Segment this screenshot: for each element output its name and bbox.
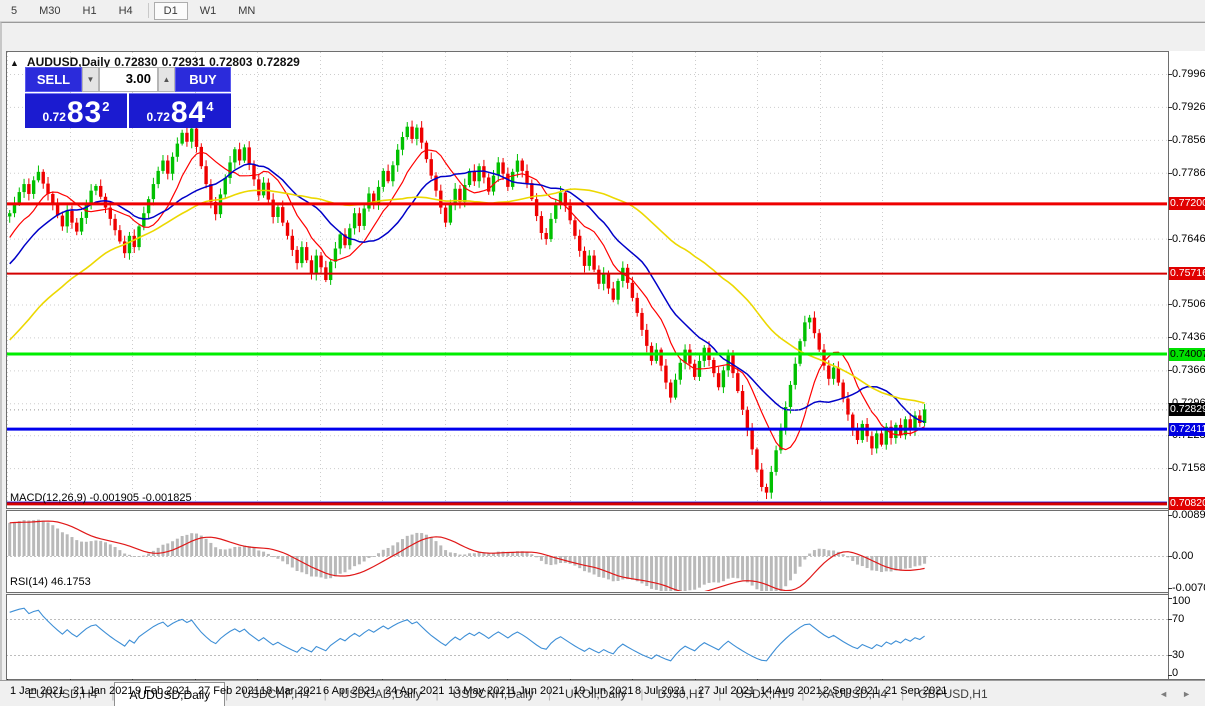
macd-axis-label: -0.00701 [1172,582,1205,594]
rsi-axis-label: 70 [1172,613,1184,625]
timeframe-button-H1[interactable]: H1 [73,2,107,20]
sell-price-big: 83 [67,98,102,128]
rsi-axis-label: 100 [1172,595,1190,607]
price-tag: 0.75716 [1169,267,1205,280]
tab-scroll-left-icon[interactable]: ◄ [1159,689,1168,699]
rsi-indicator-label: RSI(14) 46.1753 [10,576,91,588]
price-tag: 0.72829 [1169,403,1205,416]
date-label: 1 Jan 2021 [10,685,64,697]
chart-window: ▲AUDUSD,Daily0.728300.729310.728030.7282… [0,22,1205,681]
price-axis-label: 0.77860 [1172,167,1205,179]
price-axis-label: 0.75060 [1172,298,1205,310]
buy-price-frac: 0.72 [147,110,170,124]
timeframe-button-H4[interactable]: H4 [109,2,143,20]
macd-axis-label: 0.00 [1172,550,1193,562]
price-tag: 0.77200 [1169,197,1205,210]
price-tag: 0.72411 [1169,423,1205,436]
date-label: 1 Jun 2021 [510,685,564,697]
date-label: 6 Apr 2021 [323,685,376,697]
tab-scroll-right-icon[interactable]: ► [1182,689,1191,699]
timeframe-button-W1[interactable]: W1 [190,2,227,20]
timeframe-toolbar: 5M30H1H4 D1W1MN [0,0,1205,22]
volume-input[interactable]: 3.00 [99,67,158,92]
date-label: 24 Apr 2021 [385,685,444,697]
price-axis-label: 0.73660 [1172,364,1205,376]
timeframe-button-D1[interactable]: D1 [154,2,188,20]
date-label: 9 Feb 2021 [135,685,191,697]
price-axis-label: 0.78560 [1172,134,1205,146]
date-label: 19 Jun 2021 [573,685,634,697]
buy-price-display[interactable]: 0.72 84 4 [129,93,231,128]
collapse-trade-panel-icon[interactable]: ▲ [10,58,19,68]
one-click-trading-panel: SELL ▼ 3.00 ▲ BUY 0.72 83 2 0.72 84 4 [25,67,231,128]
sell-price-frac: 0.72 [43,110,66,124]
rsi-axis-label: 30 [1172,649,1184,661]
volume-decrease-button[interactable]: ▼ [82,67,99,92]
price-axis-label: 0.74360 [1172,331,1205,343]
date-label: 27 Jul 2021 [698,685,755,697]
timeframe-button-MN[interactable]: MN [228,2,265,20]
sell-price-display[interactable]: 0.72 83 2 [25,93,127,128]
toolbar-separator [148,3,149,18]
mt4-window: 5M30H1H4D1W1MN ▲AUDUSD,Daily0.728300.729… [0,0,1205,706]
timeframe-button-5[interactable]: 5 [1,2,27,20]
date-label: 21 Sep 2021 [885,685,947,697]
date-label: 13 May 2021 [448,685,512,697]
tab-scroll-controls: ◄► [1159,681,1205,706]
sell-price-sup: 2 [102,99,109,114]
price-axis-label: 0.71580 [1172,462,1205,474]
macd-axis-label: 0.008904 [1172,509,1205,521]
buy-price-big: 84 [171,98,206,128]
date-label: 8 Jul 2021 [635,685,686,697]
date-label: 18 Mar 2021 [260,685,322,697]
date-label: 27 Feb 2021 [198,685,260,697]
timeframe-button-M30[interactable]: M30 [29,2,70,20]
buy-button[interactable]: BUY [175,67,231,92]
price-axis-label: 0.76460 [1172,233,1205,245]
price-tag: 0.70820 [1169,497,1205,510]
price-axis-label: 0.79960 [1172,68,1205,80]
price-tag: 0.74007 [1169,348,1205,361]
rsi-axis-label: 0 [1172,667,1178,679]
volume-increase-button[interactable]: ▲ [158,67,175,92]
date-label: 14 Aug 2021 [760,685,822,697]
macd-indicator-label: MACD(12,26,9) -0.001905 -0.001825 [10,492,192,504]
ohlc-close: 0.72829 [256,55,299,69]
price-axis-label: 0.79260 [1172,101,1205,113]
buy-price-sup: 4 [206,99,213,114]
sell-button[interactable]: SELL [25,67,82,92]
date-label: 2 Sep 2021 [823,685,879,697]
date-label: 21 Jan 2021 [73,685,134,697]
